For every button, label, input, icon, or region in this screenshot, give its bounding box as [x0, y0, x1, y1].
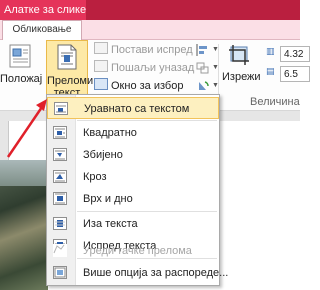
menu-item-label: Збијено	[83, 149, 123, 161]
position-button[interactable]: Положај	[0, 44, 43, 85]
crop-label: Изрежи	[222, 71, 261, 83]
menu-item-square[interactable]: Квадратно	[47, 122, 219, 144]
size-group-label: Величина	[250, 96, 300, 108]
selection-pane-label: Окно за избор	[111, 80, 184, 92]
picture-tools-context-tab: Алатке за слике	[0, 0, 86, 20]
wrap-text-label-line1: Преломи	[47, 75, 94, 87]
shape-height-input[interactable]: 4.32	[280, 46, 310, 62]
wrap-text-button[interactable]: Преломи текст	[46, 40, 94, 99]
menu-separator	[77, 120, 217, 121]
ribbon-tab-row: Обликовање	[0, 20, 300, 40]
menu-item-more-layout-options[interactable]: Више опција за распореде...	[47, 262, 228, 284]
rotate-icon[interactable]	[196, 80, 210, 92]
menu-item-tight[interactable]: Збијено	[47, 144, 219, 166]
wrap-text-icon	[47, 44, 87, 73]
align-icon[interactable]	[196, 44, 210, 56]
document-picture[interactable]	[0, 160, 48, 290]
wrap-top-bottom-icon	[53, 192, 67, 205]
group-icon[interactable]	[196, 62, 210, 74]
wrap-text-menu: Уравнато са текстом Квадратно Збијено Кр…	[46, 94, 228, 286]
menu-item-in-line-with-text[interactable]: Уравнато са текстом	[47, 97, 219, 119]
menu-item-label: Уравнато са текстом	[84, 103, 190, 115]
menu-item-label: Уреди тачке прелома	[83, 245, 192, 257]
crop-icon	[222, 44, 256, 69]
send-backward-icon	[94, 60, 108, 72]
picture-sky-region	[0, 160, 48, 186]
window-title-bar: Алатке за слике	[0, 0, 300, 20]
menu-item-label: Више опција за распореде...	[83, 267, 229, 279]
more-layout-options-icon	[53, 266, 67, 279]
menu-item-label: Иза текста	[83, 218, 138, 230]
send-backward-button[interactable]: Пошаљи уназад	[94, 60, 194, 76]
edit-wrap-points-icon	[53, 244, 67, 257]
position-label: Положај	[0, 73, 43, 85]
wrap-tight-icon	[53, 148, 67, 161]
menu-item-through[interactable]: Кроз	[47, 166, 219, 188]
menu-item-label: Кроз	[83, 171, 107, 183]
crop-button[interactable]: Изрежи	[222, 45, 261, 83]
send-backward-label: Пошаљи уназад	[111, 62, 195, 74]
shape-width-icon: ▤	[266, 66, 275, 76]
menu-item-label: Квадратно	[83, 127, 137, 139]
bring-forward-button[interactable]: Постави испред	[94, 42, 193, 58]
wrap-inline-icon	[54, 102, 68, 115]
menu-item-edit-wrap-points: Уреди тачке прелома	[47, 240, 219, 262]
shape-height-icon: ▥	[266, 46, 275, 56]
tab-format[interactable]: Обликовање	[2, 20, 82, 40]
bring-forward-icon	[94, 42, 108, 54]
position-icon	[0, 44, 40, 71]
shape-width-input[interactable]: 6.5	[280, 66, 310, 82]
menu-item-label: Врх и дно	[83, 193, 133, 205]
menu-separator	[77, 211, 217, 212]
wrap-square-icon	[53, 126, 67, 139]
menu-item-top-and-bottom[interactable]: Врх и дно	[47, 188, 219, 210]
selection-pane-button[interactable]: Окно за избор	[94, 78, 183, 94]
wrap-through-icon	[53, 170, 67, 183]
bring-forward-label: Постави испред	[111, 44, 193, 56]
wrap-behind-text-icon	[53, 217, 67, 230]
menu-item-behind-text[interactable]: Иза текста	[47, 213, 219, 235]
selection-pane-icon	[94, 78, 108, 90]
